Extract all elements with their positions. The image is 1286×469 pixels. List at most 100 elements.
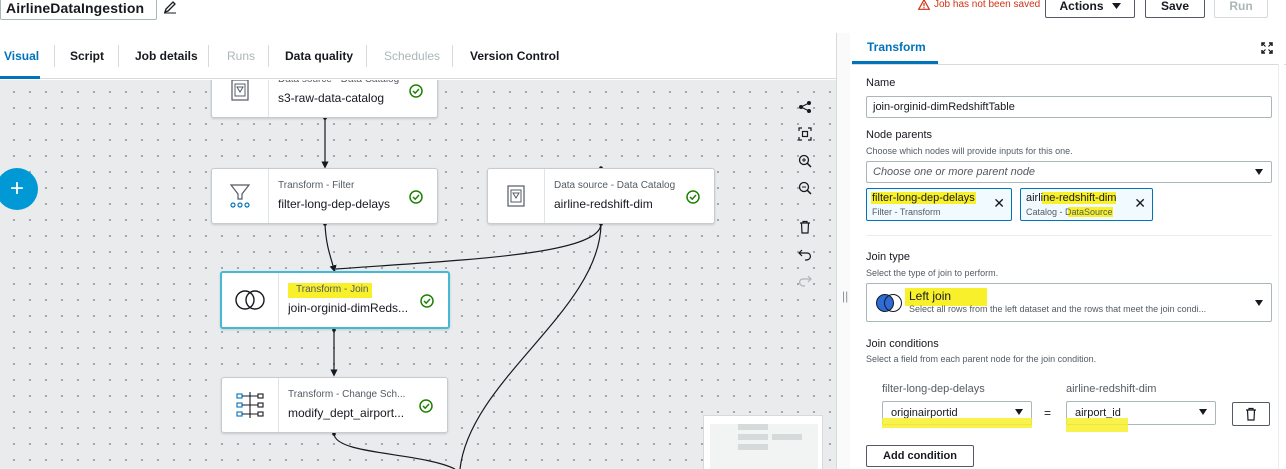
visual-canvas[interactable]: + Data source - Data Catalog s3-raw-data…: [0, 80, 836, 469]
parent-node-placeholder: Choose one or more parent node: [873, 166, 1036, 178]
node-join-selected[interactable]: Transform - Join join-orginid-dimReds...: [220, 271, 450, 329]
expand-panel-icon[interactable]: [1261, 42, 1273, 54]
join-circles-icon: [235, 290, 265, 310]
tab-divider: [268, 45, 269, 67]
panel-divider: [852, 64, 1286, 65]
node-filter-long-dep-delays[interactable]: Transform - Filter filter-long-dep-delay…: [211, 168, 438, 224]
edge-redshift-to-join: [335, 223, 602, 270]
highlight-mark: [1066, 418, 1128, 432]
warning-triangle-icon: [918, 0, 930, 10]
tab-job-details[interactable]: Job details: [135, 33, 198, 79]
tab-visual[interactable]: Visual: [4, 33, 39, 79]
resize-grip-icon[interactable]: ||: [842, 289, 848, 303]
pencil-edit-icon[interactable]: [163, 0, 177, 14]
node-name: modify_dept_airport...: [288, 406, 405, 420]
tab-divider: [54, 45, 55, 67]
check-circle-icon: [419, 399, 433, 413]
dropdown-arrow-icon: [1015, 409, 1023, 415]
tab-divider: [452, 45, 453, 67]
node-name: airline-redshift-dim: [554, 197, 653, 211]
highlight-mark: [882, 418, 1032, 428]
parent-node-select[interactable]: Choose one or more parent node: [866, 161, 1272, 183]
tab-divider: [366, 45, 367, 67]
node-parents-label: Node parents: [866, 129, 933, 141]
save-button[interactable]: Save: [1145, 0, 1205, 18]
check-circle-icon: [420, 294, 434, 308]
node-type: Transform - Join: [288, 283, 373, 298]
remove-token-icon[interactable]: ✕: [1134, 196, 1146, 210]
node-airline-redshift-dim[interactable]: Data source - Data Catalog airline-redsh…: [487, 168, 715, 224]
parent-token-kind: Catalog - DataSource: [1026, 207, 1113, 217]
tab-divider: [118, 45, 119, 67]
parent-token-redshift[interactable]: airline-redshift-dim Catalog - DataSourc…: [1020, 188, 1153, 221]
add-condition-button[interactable]: Add condition: [866, 445, 974, 467]
actions-dropdown-button[interactable]: Actions: [1045, 0, 1135, 18]
tab-schedules[interactable]: Schedules: [384, 33, 440, 79]
share-layout-icon[interactable]: [798, 100, 812, 114]
unsaved-warning: Job has not been saved: [918, 0, 1040, 10]
node-change-schema[interactable]: Transform - Change Sch... modify_dept_ai…: [221, 377, 448, 433]
left-parent-header: filter-long-dep-delays: [882, 383, 985, 395]
node-type: Data source - Data Catalog: [554, 180, 676, 191]
join-conditions-description: Select a field from each parent node for…: [866, 354, 1097, 364]
remove-token-icon[interactable]: ✕: [993, 196, 1005, 210]
fit-to-screen-icon[interactable]: [798, 127, 812, 141]
delete-node-icon[interactable]: [798, 220, 812, 234]
node-type: Transform - Filter: [278, 180, 355, 191]
dropdown-arrow-icon: [1199, 409, 1207, 415]
node-name: filter-long-dep-delays: [278, 197, 391, 211]
edge-redshift-lower: [459, 223, 602, 469]
name-label: Name: [866, 77, 896, 89]
edge-filter-to-join: [324, 223, 337, 273]
node-parents-description: Choose which nodes will provide inputs f…: [866, 146, 1073, 156]
node-type: Transform - Change Sch...: [288, 389, 406, 400]
tab-version-control[interactable]: Version Control: [470, 33, 559, 79]
data-catalog-icon: [507, 185, 525, 207]
panel-resize-handle[interactable]: [836, 33, 850, 469]
section-divider: [866, 235, 1272, 236]
parent-token-filter[interactable]: filter-long-dep-delays Filter - Transfor…: [866, 188, 1012, 221]
zoom-in-icon[interactable]: [798, 154, 812, 168]
check-circle-icon: [409, 84, 423, 98]
panel-scrollbar[interactable]: [1278, 64, 1284, 469]
join-type-select[interactable]: Left join Select all rows from the left …: [866, 283, 1272, 322]
join-type-value-description: Select all rows from the left dataset an…: [909, 304, 1207, 314]
node-type: Data source - Data Catalog: [278, 80, 399, 85]
join-type-description: Select the type of join to perform.: [866, 268, 999, 278]
dropdown-arrow-icon: [1255, 300, 1263, 306]
editor-tabs: Visual Script Job details Runs Data qual…: [0, 33, 836, 79]
node-name: s3-raw-data-catalog: [278, 91, 385, 105]
tab-data-quality[interactable]: Data quality: [285, 33, 353, 79]
right-parent-header: airline-redshift-dim: [1066, 383, 1157, 395]
remove-condition-button[interactable]: [1232, 402, 1270, 426]
node-s3-raw-data-catalog[interactable]: Data source - Data Catalog s3-raw-data-c…: [211, 80, 438, 118]
zoom-out-icon[interactable]: [798, 181, 812, 195]
tab-divider: [208, 45, 209, 67]
caret-down-icon: [1111, 3, 1121, 9]
actions-label: Actions: [1059, 0, 1104, 13]
active-tab-indicator: [0, 76, 40, 79]
tab-transform[interactable]: Transform: [867, 40, 926, 54]
parent-token-kind: Filter - Transform: [872, 207, 941, 217]
filter-funnel-icon: [229, 184, 251, 208]
job-name-title[interactable]: AirlineDataIngestion: [0, 0, 157, 20]
change-schema-icon: [236, 392, 264, 418]
parent-token-name: airline-redshift-dim: [1026, 192, 1117, 204]
unsaved-warning-text: Job has not been saved: [934, 0, 1041, 10]
tab-script[interactable]: Script: [70, 33, 104, 79]
redo-icon[interactable]: [798, 274, 812, 288]
check-circle-icon: [409, 190, 423, 204]
join-type-label: Join type: [866, 251, 911, 263]
undo-icon[interactable]: [798, 248, 812, 262]
join-conditions-label: Join conditions: [866, 338, 939, 350]
parent-token-name: filter-long-dep-delays: [871, 192, 976, 204]
trash-icon: [1246, 407, 1256, 421]
left-join-icon: [876, 294, 902, 312]
run-button[interactable]: Run: [1214, 0, 1268, 18]
node-name-input[interactable]: join-orginid-dimRedshiftTable: [866, 96, 1272, 118]
data-catalog-icon: [231, 80, 249, 101]
edge-change-schema-out: [333, 433, 456, 469]
canvas-toolbar: [792, 96, 820, 296]
canvas-minimap[interactable]: [703, 415, 823, 469]
tab-runs[interactable]: Runs: [227, 33, 255, 79]
